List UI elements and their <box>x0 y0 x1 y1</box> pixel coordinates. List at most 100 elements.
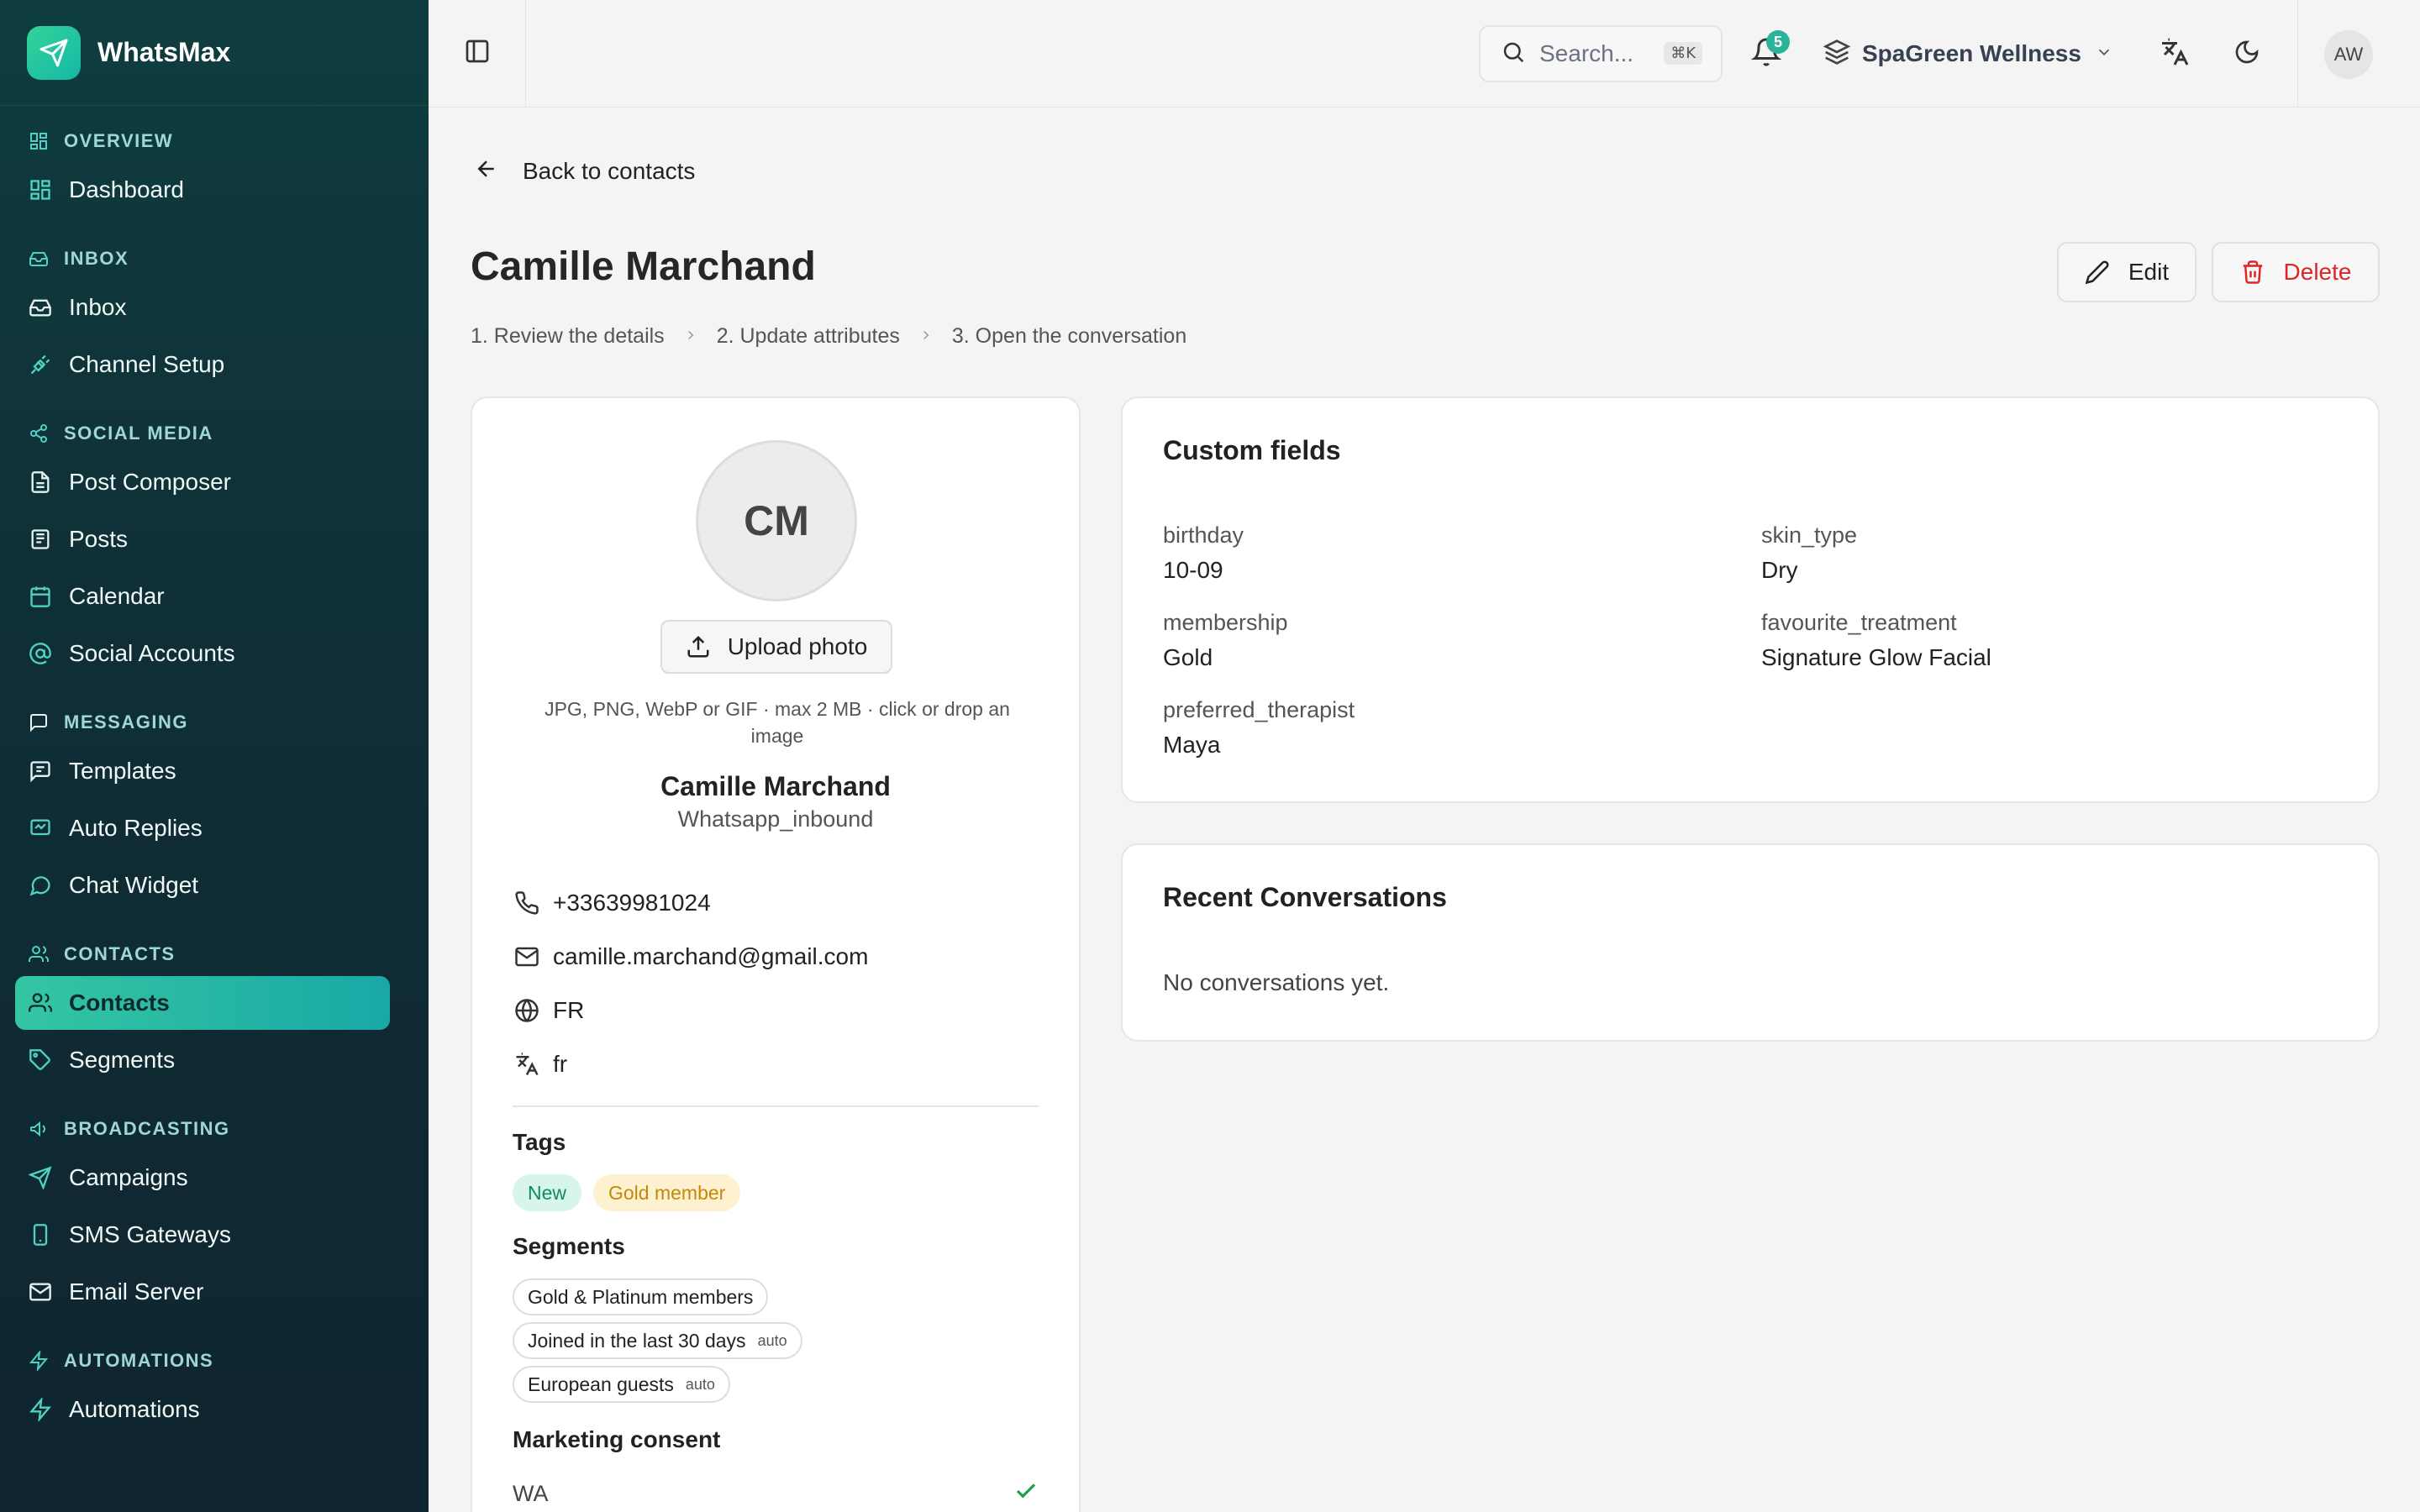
sidebar-toggle-button[interactable] <box>429 0 526 107</box>
sidebar-item-templates[interactable]: Templates <box>15 744 390 798</box>
moon-icon[interactable] <box>2233 39 2260 70</box>
arrow-left-icon <box>474 156 499 186</box>
sidebar-item-inbox[interactable]: Inbox <box>15 281 390 334</box>
check-icon <box>1013 1478 1039 1509</box>
section-label: CONTACTS <box>64 943 176 964</box>
sidebar-item-social-accounts[interactable]: Social Accounts <box>15 627 390 680</box>
trash-icon <box>2243 260 2262 284</box>
field-key: membership <box>1163 610 1288 635</box>
translate-icon[interactable] <box>2160 37 2190 71</box>
inbox-icon <box>27 294 54 321</box>
segment-chip[interactable]: European guests auto <box>513 1366 730 1403</box>
plug-icon <box>27 351 54 378</box>
edit-button[interactable]: Edit <box>2057 242 2196 302</box>
sidebar-item-label: Automations <box>69 1396 200 1422</box>
consent-channel: WA <box>513 1481 549 1506</box>
segment-auto-badge: auto <box>757 1331 787 1349</box>
field-value: Dry <box>1761 557 1798 583</box>
sidebar: WhatsMax OVERVIEW Dashboard INBOX Inbox … <box>0 0 429 1512</box>
section-contacts: CONTACTS <box>27 936 402 973</box>
sidebar-item-email-server[interactable]: Email Server <box>15 1265 390 1319</box>
document-icon <box>27 469 54 496</box>
upload-label: Upload photo <box>727 633 868 659</box>
brand[interactable]: WhatsMax <box>0 0 429 106</box>
sidebar-item-automations[interactable]: Automations <box>15 1383 390 1436</box>
users-icon <box>27 990 54 1016</box>
sidebar-item-label: Templates <box>69 758 176 784</box>
newspaper-icon <box>27 526 54 553</box>
contact-source: Whatsapp_inbound <box>677 806 874 832</box>
sidebar-item-dashboard[interactable]: Dashboard <box>15 163 390 217</box>
at-icon <box>27 640 54 667</box>
step-2: 2. Update attributes <box>716 324 900 348</box>
field-favourite-treatment: favourite_treatment Signature Glow Facia… <box>1761 610 1991 671</box>
phone-row: +33639981024 <box>513 889 711 917</box>
tag-new[interactable]: New <box>513 1174 582 1211</box>
segment-name: Joined in the last 30 days <box>528 1329 746 1352</box>
email-value: camille.marchand@gmail.com <box>553 943 869 969</box>
email-row: camille.marchand@gmail.com <box>513 942 868 971</box>
megaphone-icon <box>27 1117 50 1141</box>
user-avatar[interactable]: AW <box>2324 30 2373 79</box>
sidebar-item-calendar[interactable]: Calendar <box>15 570 390 623</box>
sidebar-item-channel-setup[interactable]: Channel Setup <box>15 338 390 391</box>
back-to-contacts-link[interactable]: Back to contacts <box>474 156 695 186</box>
custom-fields-title: Custom fields <box>1163 435 1341 465</box>
delete-button[interactable]: Delete <box>2212 242 2380 302</box>
field-membership: membership Gold <box>1163 610 1288 671</box>
upload-photo-button[interactable]: Upload photo <box>660 620 892 674</box>
search-shortcut: ⌘K <box>1664 42 1702 65</box>
section-overview: OVERVIEW <box>27 123 402 160</box>
sidebar-item-post-composer[interactable]: Post Composer <box>15 455 390 509</box>
workspace-name: SpaGreen Wellness <box>1862 40 2081 66</box>
sidebar-item-chat-widget[interactable]: Chat Widget <box>15 858 390 912</box>
segment-chip[interactable]: Joined in the last 30 days auto <box>513 1322 802 1359</box>
dashboard-icon <box>27 176 54 203</box>
mail-icon <box>513 942 541 971</box>
sidebar-item-label: Segments <box>69 1047 176 1073</box>
field-value: Maya <box>1163 732 1221 758</box>
upload-icon <box>687 635 709 658</box>
consent-row-wa: WA <box>513 1478 1039 1509</box>
sidebar-item-contacts[interactable]: Contacts <box>15 976 390 1030</box>
sidebar-item-posts[interactable]: Posts <box>15 512 390 566</box>
consent-heading: Marketing consent <box>513 1426 721 1452</box>
tag-gold-member[interactable]: Gold member <box>593 1174 741 1211</box>
delete-label: Delete <box>2283 259 2352 285</box>
reply-icon <box>27 815 54 842</box>
message-square-icon <box>27 711 50 734</box>
users-icon <box>27 942 50 966</box>
steps-breadcrumb: 1. Review the details 2. Update attribut… <box>471 324 1186 349</box>
share-icon <box>27 422 50 445</box>
layers-icon <box>1823 39 1851 70</box>
translate-icon <box>513 1050 541 1079</box>
segment-chip[interactable]: Gold & Platinum members <box>513 1278 769 1315</box>
section-label: INBOX <box>64 248 129 269</box>
sidebar-item-label: Calendar <box>69 583 165 609</box>
sidebar-item-campaigns[interactable]: Campaigns <box>15 1151 390 1205</box>
back-label: Back to contacts <box>523 157 696 184</box>
section-label: BROADCASTING <box>64 1118 230 1139</box>
sidebar-item-segments[interactable]: Segments <box>15 1033 390 1087</box>
search-input[interactable]: Search... ⌘K <box>1479 25 1723 82</box>
sidebar-item-label: Dashboard <box>69 176 184 202</box>
sidebar-item-sms-gateways[interactable]: SMS Gateways <box>15 1208 390 1262</box>
field-value: Gold <box>1163 644 1213 670</box>
sidebar-item-label: Inbox <box>69 294 127 320</box>
sidebar-nav: OVERVIEW Dashboard INBOX Inbox Channel S… <box>0 106 429 1436</box>
field-key: favourite_treatment <box>1761 610 1957 635</box>
phone-device-icon <box>27 1221 54 1248</box>
recent-conversations-card: Recent Conversations No conversations ye… <box>1121 843 2380 1042</box>
topbar: Search... ⌘K 5 SpaGreen Wellness AW <box>429 0 2420 108</box>
recent-conversations-title: Recent Conversations <box>1163 882 1447 912</box>
zap-icon <box>27 1396 54 1423</box>
contact-avatar[interactable]: CM <box>696 440 857 601</box>
contact-name: Camille Marchand <box>660 771 891 801</box>
segments-heading: Segments <box>513 1233 625 1259</box>
search-icon <box>1501 39 1526 69</box>
sidebar-item-auto-replies[interactable]: Auto Replies <box>15 801 390 855</box>
workspace-switcher[interactable]: SpaGreen Wellness <box>1823 34 2113 74</box>
logo-send-icon <box>27 25 81 80</box>
template-icon <box>27 758 54 785</box>
inbox-icon <box>27 247 50 270</box>
